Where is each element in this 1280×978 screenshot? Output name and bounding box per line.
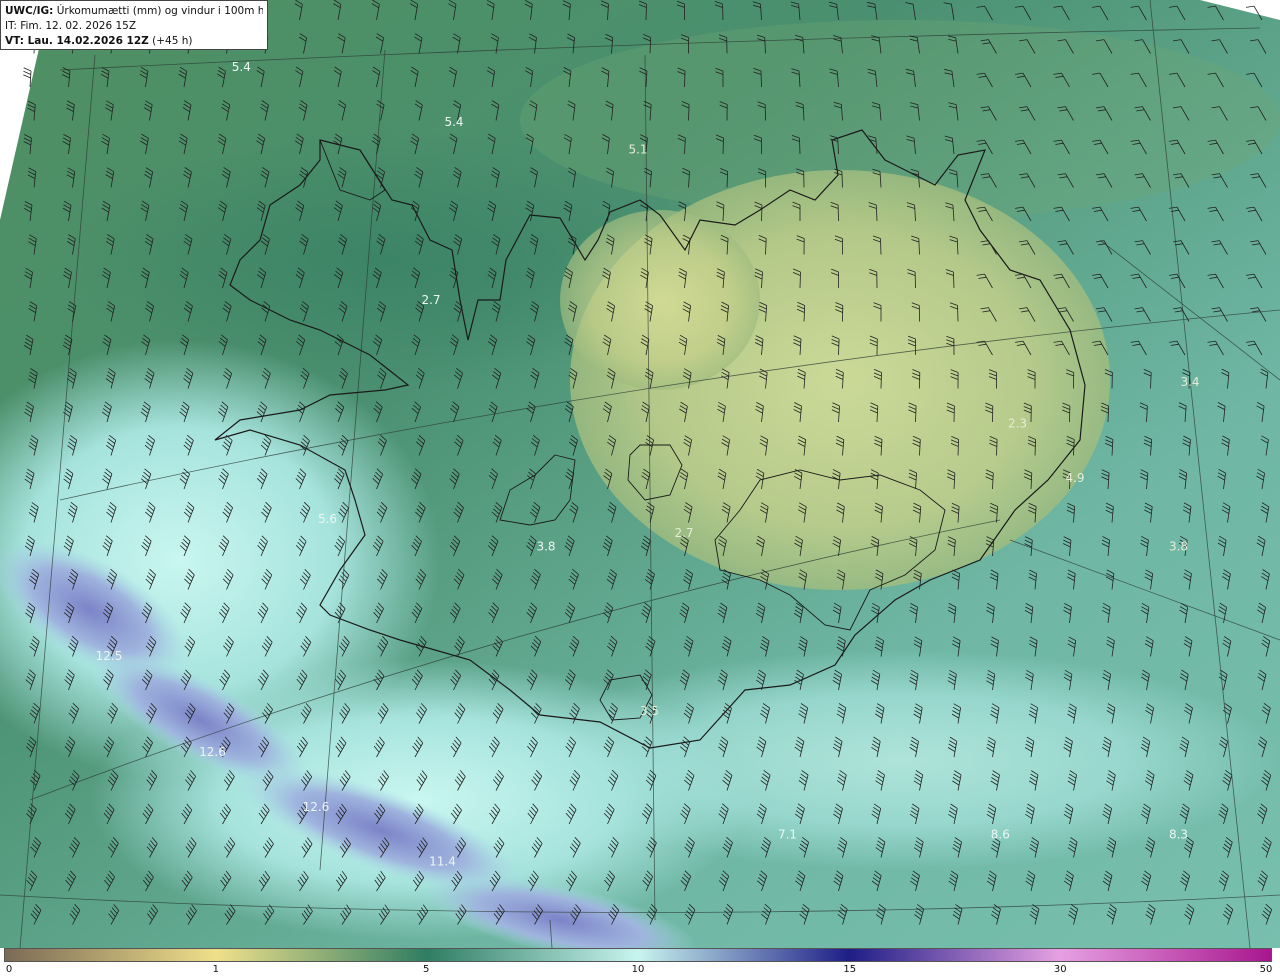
product-title-line: UWC/IG: Úrkomumætti (mm) og vindur i 100… xyxy=(5,4,263,19)
colorbar-tick: 10 xyxy=(631,964,645,975)
precip-value-label: 8.6 xyxy=(991,827,1010,841)
forecast-info-box: UWC/IG: Úrkomumætti (mm) og vindur i 100… xyxy=(0,0,268,50)
product-title: Úrkomumætti (mm) og vindur i 100m hæð xyxy=(56,5,263,17)
precip-value-label: 3.4 xyxy=(1180,375,1199,389)
colorbar: 0 1 5 10 15 30 50 xyxy=(0,948,1280,978)
precip-value-label: 2.7 xyxy=(421,293,440,307)
precip-value-label: 5.1 xyxy=(628,142,647,156)
precip-value-label: 12.6 xyxy=(199,745,226,759)
precip-value-label: 3.5 xyxy=(640,704,659,718)
precip-value-label: 8.3 xyxy=(1169,827,1188,841)
precip-value-label: 2.3 xyxy=(1008,416,1027,430)
precip-value-label: 11.4 xyxy=(429,855,456,869)
product-code: UWC/IG: xyxy=(5,5,54,17)
precip-value-label: 2.7 xyxy=(674,526,693,540)
precip-value-label: 5.4 xyxy=(444,115,463,129)
colorbar-tick: 30 xyxy=(1053,964,1067,975)
forecast-map: 5.4 5.4 5.1 2.7 3.4 2.3 4.9 5.6 3.8 2.7 3.8 12.5 3.5… xyxy=(0,0,1280,948)
precip-value-label: 7.1 xyxy=(778,827,797,841)
precip-value-label: 5.6 xyxy=(318,512,337,526)
colorbar-tick: 1 xyxy=(212,964,219,975)
valid-time: VT: Lau. 14.02.2026 12Z xyxy=(5,35,149,47)
precip-value-label: 12.5 xyxy=(96,649,123,663)
precip-value-label: 12.6 xyxy=(303,800,330,814)
precip-value-label: 4.9 xyxy=(1065,471,1084,485)
valid-time-line: VT: Lau. 14.02.2026 12Z (+45 h) xyxy=(5,34,263,49)
precip-value-label: 3.8 xyxy=(536,540,555,554)
precip-value-label: 3.8 xyxy=(1169,540,1188,554)
valid-offset: (+45 h) xyxy=(152,35,193,47)
issue-time: IT: Fim. 12. 02. 2026 15Z xyxy=(5,20,137,32)
colorbar-tick: 0 xyxy=(5,964,13,975)
colorbar-tick: 50 xyxy=(1259,964,1273,975)
precip-value-label: 5.4 xyxy=(232,60,251,74)
colorbar-tick: 5 xyxy=(423,964,430,975)
colorbar-tick: 15 xyxy=(843,964,857,975)
colorbar-strip xyxy=(4,948,1272,962)
